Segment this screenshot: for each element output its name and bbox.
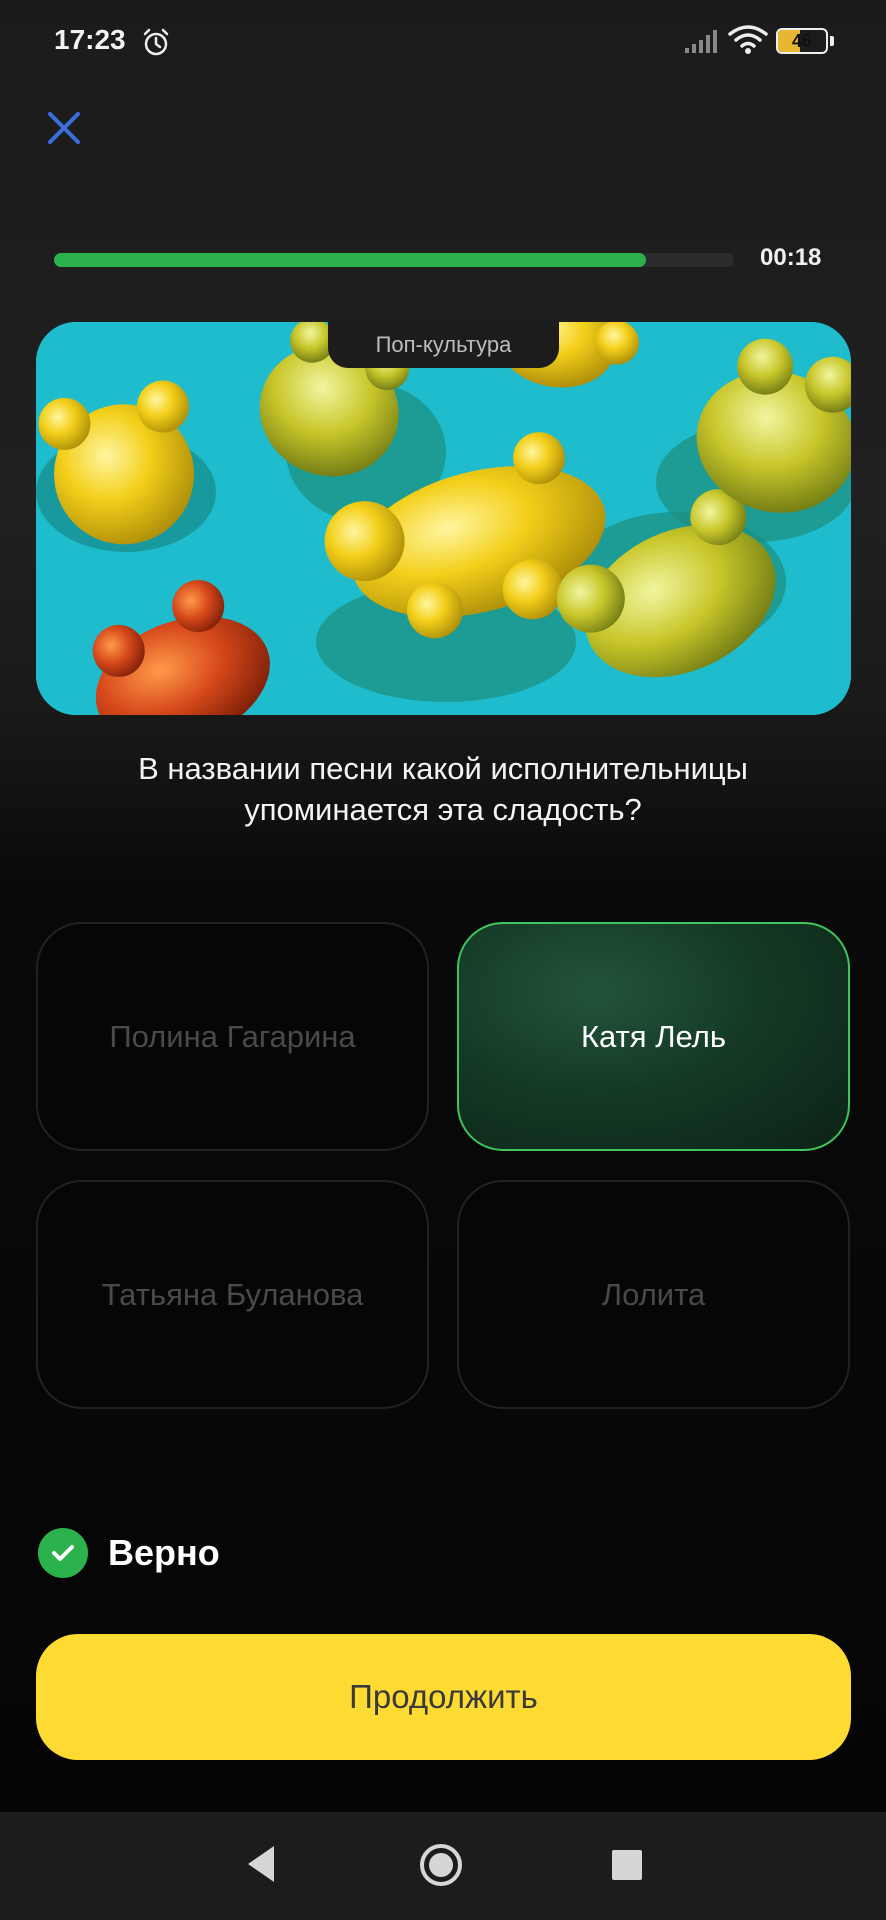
close-icon	[48, 112, 80, 144]
status-time: 17:23	[54, 24, 126, 55]
question-text: В названии песни какой исполнительницы у…	[138, 751, 748, 827]
result-text: Верно	[108, 1532, 220, 1573]
nav-home-icon[interactable]	[418, 1842, 464, 1888]
nav-back-icon[interactable]	[242, 1842, 282, 1886]
continue-button[interactable]: Продолжить	[36, 1634, 851, 1760]
alarm-icon	[143, 28, 169, 56]
nav-recent-icon[interactable]	[612, 1850, 642, 1880]
answer-option-4[interactable]: Лолита	[457, 1180, 850, 1409]
system-nav-bar	[0, 1812, 886, 1920]
answer-option-2-correct[interactable]: Катя Лель	[457, 922, 850, 1151]
answer-option-1[interactable]: Полина Гагарина	[36, 922, 429, 1151]
signal-icon	[685, 30, 717, 53]
check-circle-icon	[38, 1528, 88, 1578]
quiz-screen: 17:23 46 00:18 Поп-культура В названии п…	[0, 0, 886, 1812]
answer-option-3[interactable]: Татьяна Буланова	[36, 1180, 429, 1409]
progress-fill	[54, 253, 646, 267]
battery-level: 46	[791, 31, 813, 51]
timer: 00:18	[760, 244, 822, 271]
category-label: Поп-культура	[328, 322, 559, 368]
gummy-bears-image	[36, 322, 851, 715]
close-button[interactable]	[40, 104, 88, 152]
status-bar: 17:23 46	[0, 0, 886, 84]
progress-bar	[54, 253, 734, 267]
wifi-icon	[728, 25, 768, 54]
battery-icon: 46	[776, 28, 834, 54]
